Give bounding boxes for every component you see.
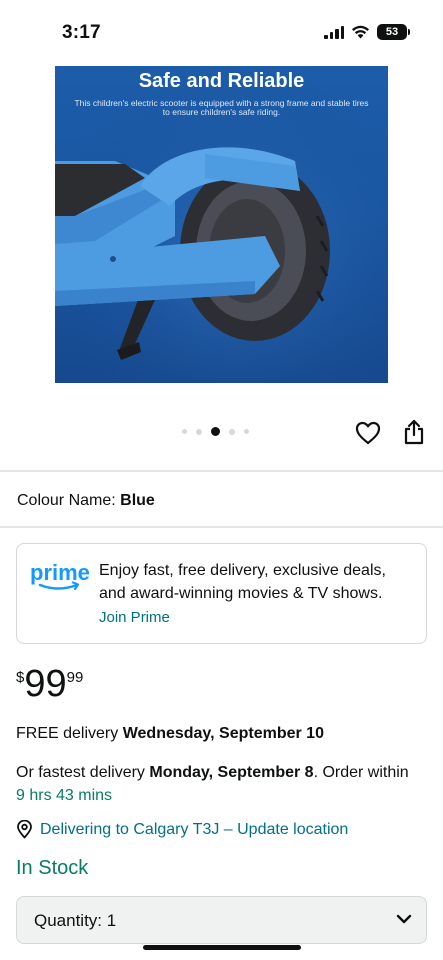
price-whole: 99 [24,663,67,705]
quantity-label: Quantity: 1 [34,911,117,930]
fastest-date: Monday, September 8 [149,764,314,781]
prime-logo: prime [30,560,90,591]
share-icon[interactable] [402,419,426,445]
location-text[interactable]: Delivering to Calgary T3J – Update locat… [40,821,348,839]
signal-icon [324,25,344,39]
home-indicator [143,945,301,950]
location-pin-icon [17,820,32,839]
delivery-location-link[interactable]: Delivering to Calgary T3J – Update locat… [16,820,348,839]
carousel-dot[interactable] [244,429,249,434]
carousel-dot[interactable] [196,428,202,435]
price-fraction: 99 [66,669,84,686]
section-divider [0,526,443,528]
carousel-dot[interactable] [229,428,235,435]
fastest-prefix: Or fastest delivery [16,764,150,781]
section-divider [0,470,443,472]
delivery-prefix: FREE delivery [16,725,123,742]
price-symbol: $ [16,669,25,686]
chevron-down-icon [396,914,412,924]
status-icons: 53 [324,24,410,40]
carousel-dots[interactable] [182,427,249,436]
status-bar: 3:17 53 [0,0,443,62]
join-prime-link[interactable]: Join Prime [99,609,170,626]
status-time: 3:17 [62,22,101,43]
prime-logo-text: prime [30,560,90,585]
colour-value: Blue [120,492,155,509]
quantity-selector[interactable]: Quantity: 1 [16,896,427,944]
stock-status: In Stock [16,857,89,879]
battery-icon: 53 [377,24,410,40]
fastest-delivery-info: Or fastest delivery Monday, September 8.… [16,761,421,807]
delivery-date: Wednesday, September 10 [122,725,324,742]
carousel-dot[interactable] [182,429,187,434]
colour-row: Colour Name: Blue [17,492,155,510]
image-title: Safe and Reliable [138,70,305,92]
prime-banner[interactable]: prime Enjoy fast, free delivery, exclusi… [16,543,427,644]
image-subtitle: This children's electric scooter is equi… [74,98,369,117]
product-image[interactable]: Safe and Reliable This children's electr… [55,66,388,383]
wifi-icon [352,25,369,39]
delivery-info: FREE delivery Wednesday, September 10 [16,725,324,743]
heart-icon[interactable] [355,421,381,445]
carousel-dot-active[interactable] [211,427,220,436]
order-countdown: 9 hrs 43 mins [16,787,113,804]
colour-label: Colour Name: [17,492,116,509]
prime-description: Enjoy fast, free delivery, exclusive dea… [99,562,386,602]
fastest-middle: . Order within [313,764,409,781]
price: $ 99 99 [16,664,83,704]
